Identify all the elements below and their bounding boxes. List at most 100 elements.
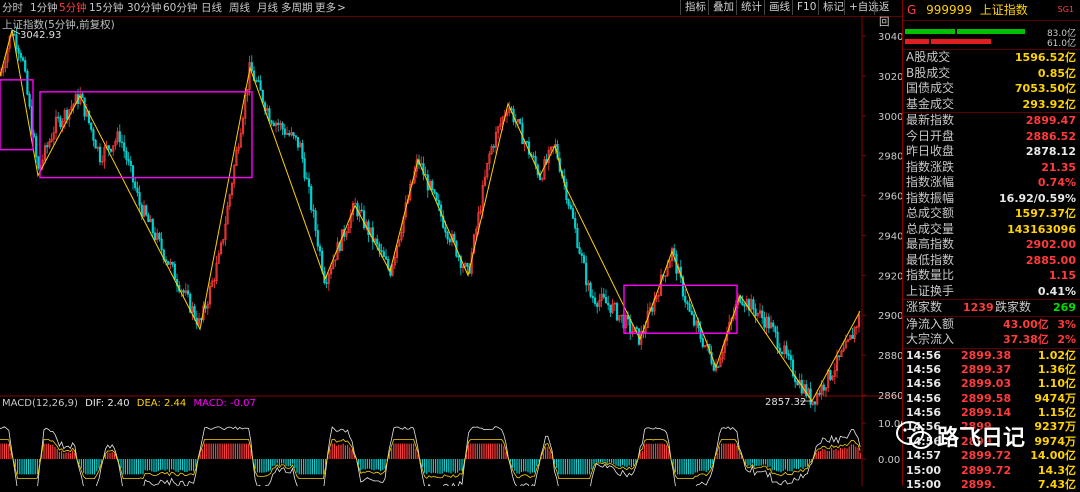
quote-row: 指数振幅16.92/0.59% [903, 191, 1080, 207]
quote-row: 最高指数2902.00 [903, 237, 1080, 253]
y-tick-label: 3020 [878, 72, 902, 83]
candle-body [20, 53, 22, 58]
candle-body [702, 339, 704, 347]
quote-label: 指数振幅 [906, 191, 954, 205]
candle-body [577, 228, 579, 247]
candle-body [830, 370, 832, 379]
tick-price: 2899.37 [961, 363, 1011, 377]
quote-label: 上证换手 [906, 284, 954, 298]
candle-body [22, 58, 24, 61]
candle-body [152, 219, 154, 232]
dea-line [0, 439, 860, 478]
quote-label: 今日开盘 [906, 129, 954, 143]
candle-body [82, 94, 84, 98]
macd-name[interactable]: MACD(12,26,9) [2, 398, 78, 409]
candle-body [319, 246, 321, 251]
quote-row: 昨日收盘2878.12 [903, 144, 1080, 160]
period-tab[interactable]: 30分钟 [127, 1, 161, 15]
quote-label: 总成交额 [906, 206, 954, 220]
tick-time: 14:56 [906, 363, 941, 377]
wechat-icon [895, 418, 935, 452]
candle-body [16, 35, 18, 49]
quote-row: 上证换手0.41% [903, 284, 1080, 300]
down-count: 269 [1053, 300, 1076, 316]
macd-tick-label: 0.00 [878, 455, 900, 466]
panel-header: G 999999 上证指数 SG1 [903, 0, 1080, 21]
tick-row: 14:562899.031.10亿 [903, 377, 1080, 391]
candle-body [570, 205, 572, 208]
candle-body [18, 49, 20, 54]
y-tick-label: 2860 [878, 391, 902, 402]
candle-body [304, 159, 306, 178]
candle-body [121, 142, 123, 143]
period-tab[interactable]: 多周期 [281, 1, 313, 15]
tick-time: 15:00 [906, 464, 941, 478]
down-count-label: 跌家数 [995, 300, 1031, 316]
watermark-text: 路飞日记 [937, 420, 1025, 452]
candle-body [755, 309, 757, 316]
candle-body [753, 300, 755, 309]
volume-row: 基金成交293.92亿 [903, 97, 1080, 113]
quote-row: 总成交额1597.37亿 [903, 206, 1080, 222]
flow-row: 大宗流入37.38亿2% [903, 332, 1080, 348]
more-chevron-icon[interactable]: > [337, 1, 346, 15]
period-tab[interactable]: 周线 [229, 1, 250, 15]
candle-body [838, 356, 840, 357]
candle-body [326, 283, 328, 284]
candle-body [684, 296, 686, 302]
toolbar-button[interactable]: 返回 [874, 0, 902, 15]
candle-body [123, 143, 125, 151]
candle-body [819, 393, 821, 394]
volume-label: 国债成交 [906, 81, 954, 95]
candle-body [119, 132, 121, 142]
toolbar-button[interactable]: 叠加 [708, 0, 738, 15]
period-tab[interactable]: 日线 [201, 1, 222, 15]
candle-body [145, 206, 147, 215]
macd-value: MACD: -0.07 [193, 398, 255, 409]
toolbar-button[interactable]: 统计 [736, 0, 766, 15]
tick-row: 14:562899.589474万 [903, 392, 1080, 406]
consolidation-boxes [0, 80, 737, 333]
quote-panel: G 999999 上证指数 SG1 83.0亿 61.0亿 A股成交1596.5… [902, 0, 1080, 486]
quote-value: 2885.00 [1026, 253, 1076, 269]
period-tab[interactable]: 更多 [315, 1, 336, 15]
toolbar-button[interactable]: 画线 [764, 0, 794, 15]
toolbar-button[interactable]: 指标 [680, 0, 710, 15]
candle-body [761, 311, 763, 318]
candle-body [302, 143, 304, 158]
candle-body [293, 133, 295, 136]
candle-body [93, 130, 95, 141]
period-tab[interactable]: 月线 [257, 1, 278, 15]
candle-body [130, 161, 132, 165]
zigzag-line [0, 30, 860, 401]
candle-body [788, 354, 790, 356]
candle-body [447, 232, 449, 239]
index-code: 999999 [926, 3, 972, 17]
period-tab[interactable]: 1分钟 [30, 1, 58, 15]
quote-label: 总成交量 [906, 222, 954, 236]
candle-body [174, 264, 176, 279]
period-tab[interactable]: 60分钟 [163, 1, 197, 15]
toolbar-button[interactable]: F10 [792, 0, 820, 15]
bar2-value: 61.0亿 [1047, 36, 1076, 49]
candle-body [60, 118, 62, 127]
period-tab[interactable]: 5分钟 [59, 1, 87, 15]
flow-value: 43.00亿 [1003, 317, 1049, 333]
kline-chart[interactable]: 3042.932857.32 3040302030002980296029402… [0, 16, 902, 486]
volume-label: 基金成交 [906, 97, 954, 111]
candle-body [493, 146, 495, 147]
candle-body [161, 239, 163, 250]
candle-body [689, 304, 691, 311]
breadth-row: 涨家数 1239 跌家数 269 [903, 300, 1080, 316]
candle-body [786, 346, 788, 354]
candle-body [148, 215, 150, 222]
quote-value: 21.35 [1041, 160, 1076, 176]
period-tab[interactable]: 分时 [2, 1, 23, 15]
candle-body [277, 123, 279, 124]
candle-body [583, 256, 585, 263]
candle-body [687, 302, 689, 304]
quote-value: 143163096 [1007, 222, 1076, 238]
flow-label: 大宗流入 [906, 332, 954, 346]
candle-body [321, 251, 323, 271]
period-tab[interactable]: 15分钟 [89, 1, 123, 15]
